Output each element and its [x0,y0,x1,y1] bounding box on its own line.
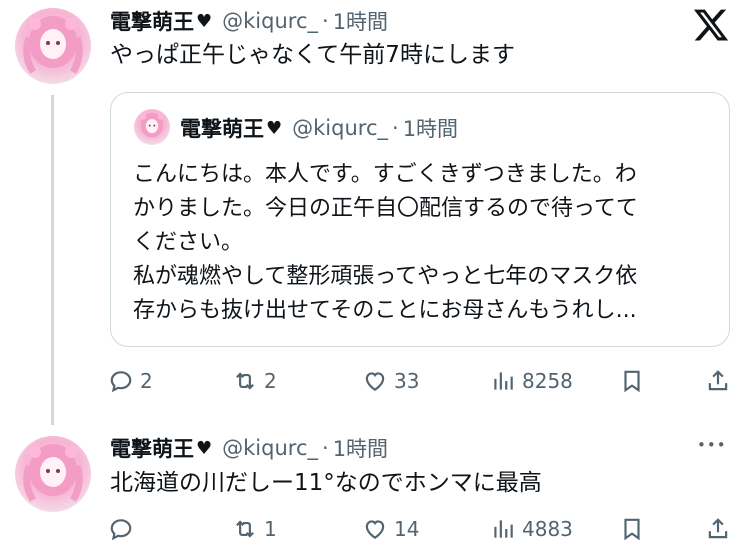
repost-count: 2 [264,369,277,393]
bookmark-icon[interactable] [619,368,645,394]
tweet-header: 電撃萌王 ♥ @kiqurc_ · 1時間 [110,6,388,36]
reply-icon [108,368,134,394]
views-icon [490,516,516,542]
views-button[interactable]: 4883 [490,516,573,542]
separator-dot: · [322,9,329,33]
quote-header: 電撃萌王 ♥ @kiqurc_ · 1時間 [180,113,458,143]
repost-count: 1 [264,517,277,541]
timestamp[interactable]: 1時間 [333,6,388,36]
quote-text: こんにちは。本人です。すごくきずつきました。わ かりました。今日の正午自〇配信す… [133,158,638,328]
repost-button[interactable]: 2 [232,368,277,394]
thread-line [51,95,54,425]
share-icon[interactable] [705,516,731,542]
quote-author-handle: @kiqurc_ [292,116,388,140]
reply-button[interactable]: 2 [108,368,153,394]
author-handle[interactable]: @kiqurc_ [222,436,318,460]
quote-timestamp: 1時間 [402,117,459,141]
avatar[interactable] [15,436,91,512]
heart-emoji: ♥ [266,117,283,139]
quote-line: かりました。今日の正午自〇配信するので待ってて [133,196,638,221]
separator-dot: · [322,436,329,460]
reply-count: 2 [140,369,153,393]
tweet-text: やっぱ正午じゃなくて午前7時にします [110,42,515,68]
heart-emoji: ♥ [196,437,213,459]
repost-icon [232,368,258,394]
like-button[interactable]: 14 [362,516,419,542]
views-count: 8258 [522,369,573,393]
quote-author-name: 電撃萌王 [180,117,264,141]
views-icon [490,368,516,394]
share-icon[interactable] [705,368,731,394]
quote-line: 私が魂燃やして整形頑張ってやっと七年のマスク依 [133,264,638,289]
x-logo-icon[interactable] [692,6,730,44]
reply-button[interactable] [108,516,140,542]
author-name[interactable]: 電撃萌王 [110,433,194,463]
like-count: 33 [394,369,420,393]
tweet-header: 電撃萌王 ♥ @kiqurc_ · 1時間 [110,433,388,463]
like-button[interactable]: 33 [362,368,419,394]
bookmark-icon[interactable] [619,516,645,542]
quote-line: 存からも抜け出せてそのことにお母さんもうれし... [133,298,637,323]
author-name[interactable]: 電撃萌王 [110,6,194,36]
tweet-text: 北海道の川だしー11°なのでホンマに最高 [110,470,542,496]
quote-avatar[interactable] [134,109,170,145]
views-count: 4883 [522,517,573,541]
heart-icon [362,516,388,542]
separator-dot: · [392,116,399,140]
like-count: 14 [394,517,420,541]
more-icon[interactable]: ••• [697,436,727,454]
author-handle[interactable]: @kiqurc_ [222,9,318,33]
quote-line: こんにちは。本人です。すごくきずつきました。わ [133,162,637,187]
repost-button[interactable]: 1 [232,516,277,542]
quote-line: ください。 [133,230,244,255]
repost-icon [232,516,258,542]
heart-emoji: ♥ [196,10,213,32]
views-button[interactable]: 8258 [490,368,573,394]
avatar[interactable] [15,8,91,84]
heart-icon [362,368,388,394]
timestamp[interactable]: 1時間 [333,433,388,463]
reply-icon [108,516,134,542]
